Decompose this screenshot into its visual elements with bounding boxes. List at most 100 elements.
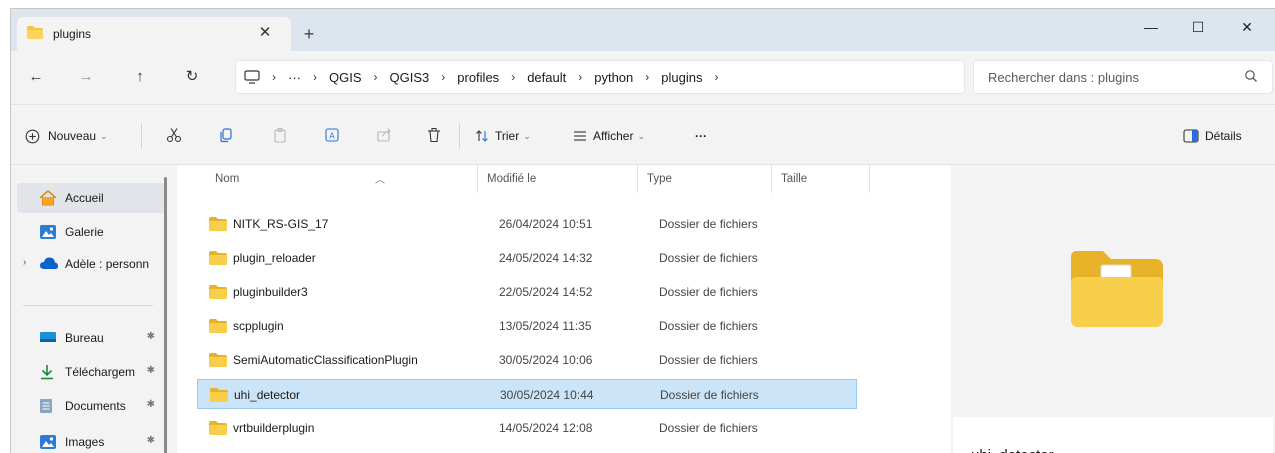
file-type: Dossier de fichiers [659,353,758,367]
column-divider[interactable] [477,165,478,193]
sidebar-item-documents[interactable]: Documents ✱ [17,391,165,421]
new-button[interactable]: Nouveau ⌄ [25,123,108,149]
breadcrumb-qgis[interactable]: QGIS [329,70,362,85]
divider [23,305,153,306]
folder-icon [209,285,227,302]
minimize-button[interactable]: — [1131,13,1171,41]
breadcrumb-separator: › [441,70,446,84]
sort-button[interactable]: Trier ⌄ [475,123,531,149]
tab-plugins[interactable]: plugins ✕ [17,17,291,51]
file-modified: 30/05/2024 10:06 [499,353,593,367]
pin-icon[interactable]: ✱ [147,399,155,410]
new-tab-button[interactable]: + [297,22,321,46]
file-type: Dossier de fichiers [659,285,758,299]
address-bar[interactable]: › ··· › QGIS › QGIS3 › profiles › defaul… [235,60,965,94]
file-row[interactable]: vrtbuilderplugin 14/05/2024 12:08 Dossie… [197,413,857,443]
folder-icon [209,353,227,370]
view-lines-icon [573,130,587,142]
file-row[interactable]: SemiAutomaticClassificationPlugin 30/05/… [197,345,857,375]
rename-icon[interactable]: A [319,122,345,148]
details-pane-button[interactable]: Détails [1183,123,1242,149]
folder-icon [209,251,227,268]
maximize-button[interactable]: ☐ [1178,13,1218,41]
file-type: Dossier de fichiers [660,388,759,402]
column-header-size[interactable]: Taille [781,173,807,185]
folder-icon [209,319,227,336]
sidebar-item-onedrive[interactable]: › Adèle : personn [17,249,165,279]
sidebar-item-label: Adèle : personn [65,257,150,271]
sidebar-item-accueil[interactable]: Accueil [17,183,165,213]
pin-icon[interactable]: ✱ [147,331,155,342]
breadcrumb-qgis3[interactable]: QGIS3 [390,70,430,85]
desktop-icon [39,330,57,347]
details-selected-name: uhi_detector [971,447,1054,453]
breadcrumb-separator: › [645,70,650,84]
more-options-button[interactable]: ··· [695,123,707,149]
folder-icon [209,421,227,438]
view-button[interactable]: Afficher ⌄ [573,123,645,149]
close-tab-icon[interactable]: ✕ [255,23,275,43]
cloud-icon [39,256,59,273]
refresh-button[interactable]: ↻ [179,64,205,90]
file-modified: 26/04/2024 10:51 [499,217,593,231]
sidebar-item-bureau[interactable]: Bureau ✱ [17,323,165,353]
column-header-name[interactable]: Nom ︿ [215,173,385,186]
title-bar: plugins ✕ + — ☐ ✕ [11,9,1275,51]
paste-icon[interactable] [267,122,293,148]
view-label: Afficher [593,129,634,143]
chevron-down-icon: ⌄ [523,130,531,141]
file-type: Dossier de fichiers [659,251,758,265]
file-modified: 14/05/2024 12:08 [499,421,593,435]
column-header-type[interactable]: Type [647,173,672,185]
breadcrumb-plugins[interactable]: plugins [661,70,702,85]
navigation-pane: Accueil Galerie › Adèle : personn Bureau… [11,165,171,453]
breadcrumb-profiles[interactable]: profiles [457,70,499,85]
delete-icon[interactable] [421,122,447,148]
breadcrumb-python[interactable]: python [594,70,633,85]
sort-icon [475,129,489,143]
file-row[interactable]: scpplugin 13/05/2024 11:35 Dossier de fi… [197,311,857,341]
copy-icon[interactable] [213,122,239,148]
file-name: NITK_RS-GIS_17 [233,217,329,231]
large-python-folder-icon [1067,249,1167,332]
new-label: Nouveau [48,129,97,143]
close-window-button[interactable]: ✕ [1227,13,1267,41]
column-divider[interactable] [771,165,772,193]
breadcrumb-default[interactable]: default [527,70,566,85]
file-name: SemiAutomaticClassificationPlugin [233,353,418,367]
chevron-right-icon[interactable]: › [23,257,26,268]
breadcrumb-separator: › [313,70,317,84]
file-name: uhi_detector [234,388,301,402]
sidebar-item-galerie[interactable]: Galerie [17,217,165,247]
breadcrumb-separator: › [373,70,378,84]
pin-icon[interactable]: ✱ [147,435,155,446]
plus-circle-icon [25,129,40,144]
file-row-selected[interactable]: uhi_detector 30/05/2024 10:44 Dossier de… [197,379,857,409]
file-list: Nom ︿ Modifié le Type Taille NITK_RS-GIS… [177,165,951,453]
forward-button[interactable]: → [73,64,99,90]
up-button[interactable]: ↑ [127,64,153,90]
breadcrumb-more[interactable]: ··· [288,70,301,85]
share-icon[interactable] [371,122,397,148]
divider [459,123,460,149]
folder-icon [209,217,227,234]
file-row[interactable]: NITK_RS-GIS_17 26/04/2024 10:51 Dossier … [197,209,857,239]
sidebar-scrollbar[interactable] [164,177,167,453]
back-button[interactable]: ← [23,64,49,90]
search-box[interactable]: Rechercher dans : plugins [973,60,1273,94]
sidebar-item-images[interactable]: Images ✱ [17,427,165,453]
column-divider[interactable] [869,165,870,193]
file-row[interactable]: plugin_reloader 24/05/2024 14:32 Dossier… [197,243,857,273]
pin-icon[interactable]: ✱ [147,365,155,376]
chevron-down-icon: ⌄ [637,130,646,141]
command-bar: Nouveau ⌄ A Trier ⌄ Afficher ⌄ ··· Détai… [11,105,1275,165]
cut-icon[interactable] [161,122,187,148]
details-pane: uhi_detector [951,165,1275,453]
column-header-modified[interactable]: Modifié le [487,173,536,185]
divider [141,123,142,149]
file-row[interactable]: pluginbuilder3 22/05/2024 14:52 Dossier … [197,277,857,307]
folder-icon [27,26,43,42]
column-divider[interactable] [637,165,638,193]
file-modified: 13/05/2024 11:35 [499,319,592,333]
sidebar-item-telechargements[interactable]: Téléchargem ✱ [17,357,165,387]
